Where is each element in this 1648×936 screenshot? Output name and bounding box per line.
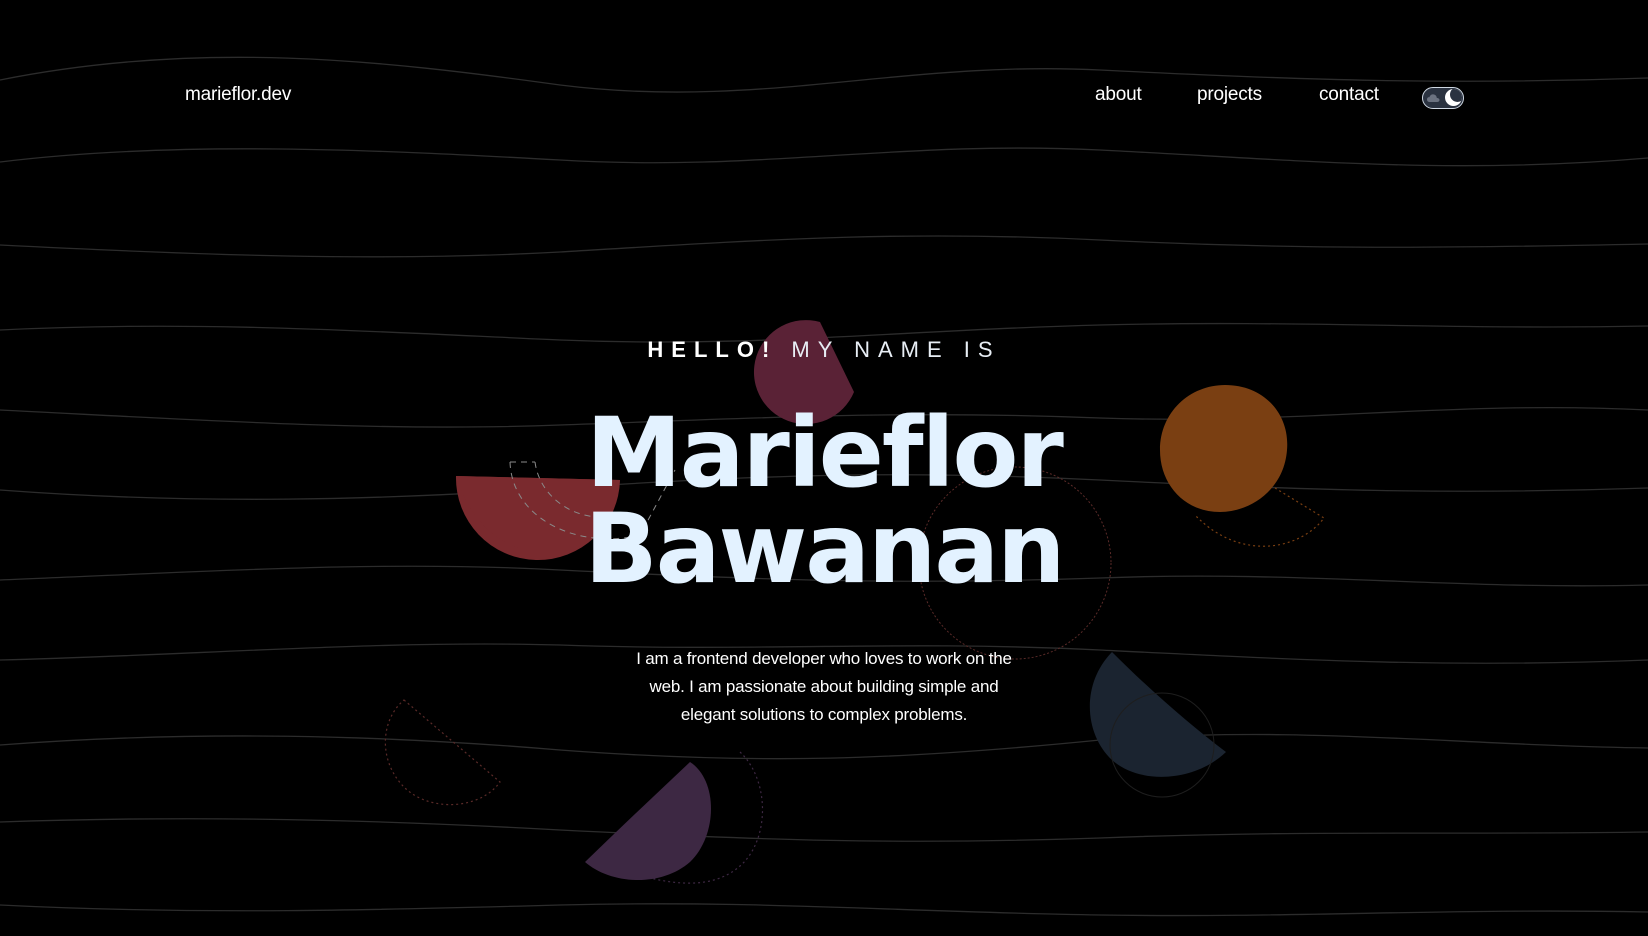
- nav-link-about[interactable]: about: [1095, 84, 1142, 106]
- moon-icon: [1445, 89, 1462, 106]
- hero-last-name: Bawanan: [584, 493, 1066, 605]
- wave-line: [0, 235, 1648, 258]
- top-navigation: marieflor.dev about projects contact: [0, 0, 1648, 196]
- greeting: HELLO! MY NAME IS: [0, 337, 1648, 363]
- greeting-hello: HELLO!: [647, 337, 778, 362]
- greeting-my-name-is: MY NAME IS: [791, 337, 1001, 362]
- red-dotted-quarter: [384, 699, 501, 806]
- purple-half-circle-shape: [585, 762, 711, 881]
- nav-link-projects[interactable]: projects: [1197, 84, 1262, 106]
- cloud-icon: [1427, 94, 1440, 102]
- wave-line: [0, 818, 1648, 842]
- navy-half-circle-shape: [1089, 652, 1226, 777]
- wave-line: [0, 903, 1648, 917]
- nav-link-contact[interactable]: contact: [1319, 84, 1379, 106]
- wave-line: [0, 733, 1648, 760]
- hero-bio: I am a frontend developer who loves to w…: [636, 649, 1012, 724]
- hero-first-name: Marieflor: [586, 397, 1064, 509]
- theme-toggle[interactable]: [1422, 87, 1464, 109]
- site-logo-link[interactable]: marieflor.dev: [185, 84, 291, 106]
- page: marieflor.dev about projects contact HEL…: [0, 0, 1648, 936]
